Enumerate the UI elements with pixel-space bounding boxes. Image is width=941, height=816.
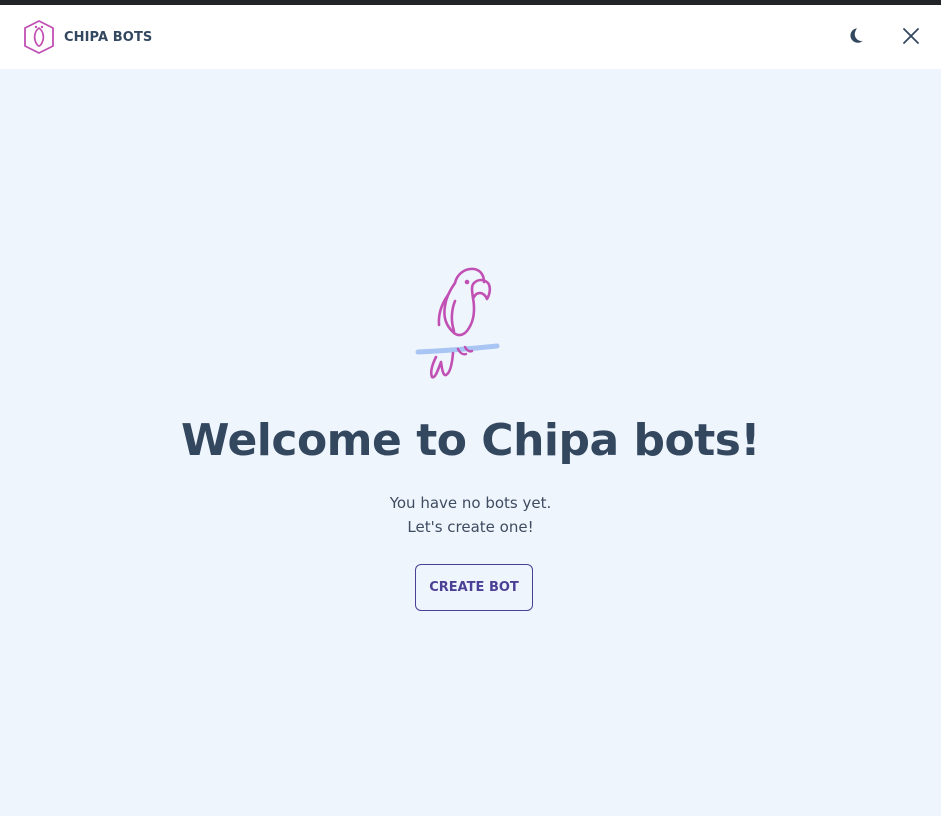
welcome-title: Welcome to Chipa bots!	[180, 415, 761, 466]
parrot-shield-icon	[24, 20, 54, 54]
theme-toggle-button[interactable]	[846, 24, 870, 48]
moon-icon	[850, 28, 863, 43]
app-header: CHIPA BOTS	[0, 5, 941, 69]
parrot-illustration	[415, 267, 500, 379]
no-bots-message: You have no bots yet.	[389, 494, 552, 512]
create-bot-button[interactable]: CREATE BOT	[415, 564, 533, 611]
brand[interactable]: CHIPA BOTS	[22, 19, 152, 55]
app-name: CHIPA BOTS	[64, 29, 153, 45]
create-prompt-message: Let's create one!	[407, 518, 534, 536]
empty-state: Welcome to Chipa bots! You have no bots …	[0, 69, 941, 816]
close-button[interactable]	[899, 24, 923, 48]
close-icon	[903, 28, 919, 44]
